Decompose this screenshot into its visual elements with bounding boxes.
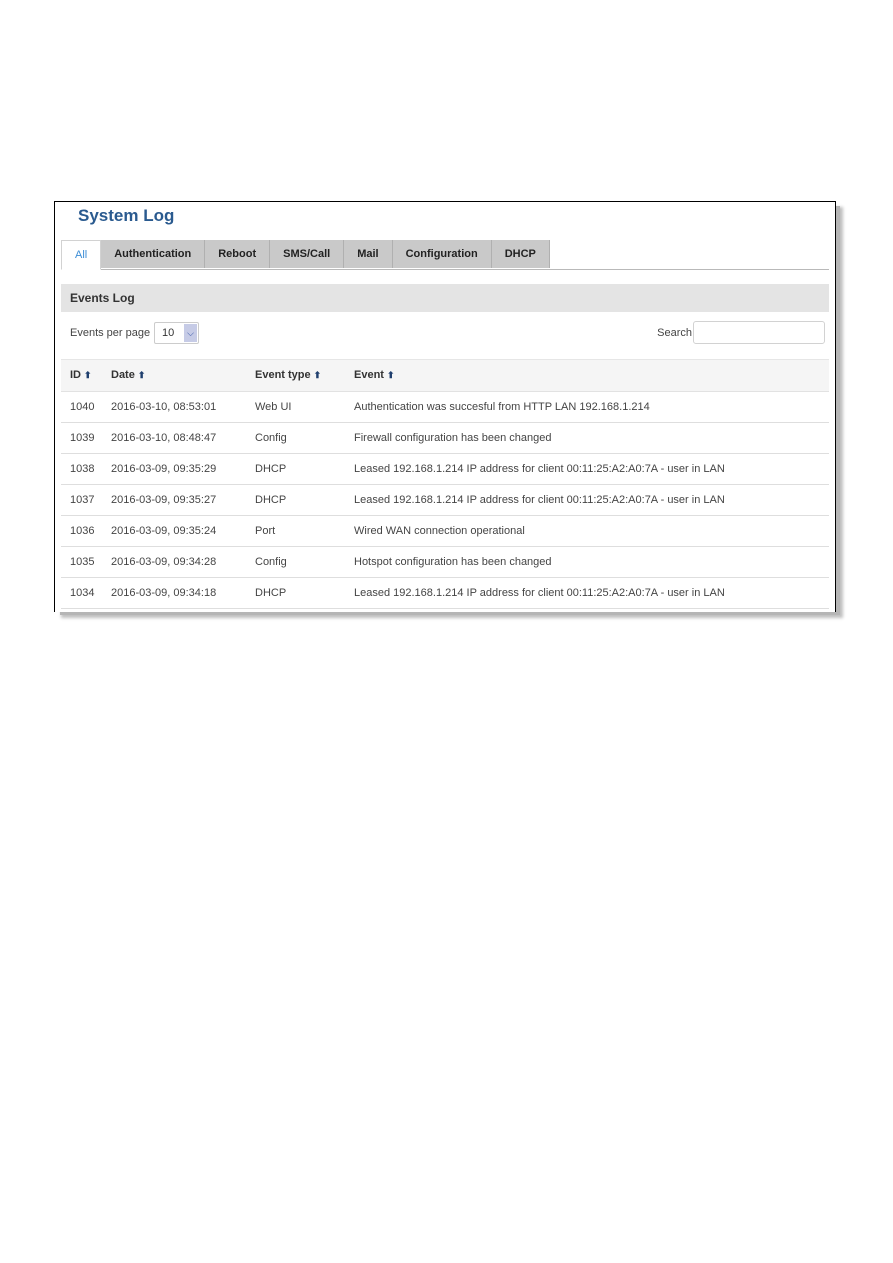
cell-date: 2016-03-09, 09:35:29 [111, 463, 217, 475]
cell-event-type: DHCP [255, 494, 287, 506]
cell-date: 2016-03-09, 09:34:28 [111, 556, 217, 568]
cell-event: Firewall configuration has been changed [354, 432, 552, 444]
column-header-label: Event type [255, 369, 311, 381]
table-row: 1036 2016-03-09, 09:35:24 Port Wired WAN… [61, 516, 829, 547]
tab-sms-call[interactable]: SMS/Call [270, 240, 345, 268]
events-table: ID ⬆ Date ⬆ Event type ⬆ Event ⬆ 1040 2016-0… [61, 359, 829, 609]
cell-event-type: Config [255, 432, 287, 444]
table-header: ID ⬆ Date ⬆ Event type ⬆ Event ⬆ [61, 359, 829, 392]
cell-date: 2016-03-09, 09:34:18 [111, 587, 217, 599]
tab-all[interactable]: All [61, 240, 102, 270]
column-header-id[interactable]: ID ⬆ [70, 369, 92, 381]
arrow-up-icon: ⬆ [386, 370, 395, 380]
table-controls: Events per page 10 ⌵ Search [61, 320, 829, 348]
cell-date: 2016-03-09, 09:35:24 [111, 525, 217, 537]
log-tabs: All Authentication Reboot SMS/Call Mail … [61, 240, 829, 270]
column-header-date[interactable]: Date ⬆ [111, 369, 145, 381]
cell-id: 1036 [70, 525, 95, 537]
cell-event-type: Config [255, 556, 287, 568]
cell-event: Leased 192.168.1.214 IP address for clie… [354, 587, 725, 599]
cell-date: 2016-03-09, 09:35:27 [111, 494, 217, 506]
cell-event-type: DHCP [255, 587, 287, 599]
table-row: 1035 2016-03-09, 09:34:28 Config Hotspot… [61, 547, 829, 578]
cell-event-type: Web UI [255, 401, 292, 413]
events-per-page-select[interactable]: 10 ⌵ [154, 322, 199, 344]
cell-event: Leased 192.168.1.214 IP address for clie… [354, 463, 725, 475]
cell-event: Leased 192.168.1.214 IP address for clie… [354, 494, 725, 506]
tab-mail[interactable]: Mail [344, 240, 393, 268]
column-header-label: ID [70, 369, 81, 381]
tab-dhcp[interactable]: DHCP [491, 240, 550, 268]
cell-id: 1038 [70, 463, 95, 475]
table-row: 1034 2016-03-09, 09:34:18 DHCP Leased 19… [61, 578, 829, 609]
cell-event-type: Port [255, 525, 276, 537]
table-row: 1037 2016-03-09, 09:35:27 DHCP Leased 19… [61, 485, 829, 516]
arrow-up-icon: ⬆ [313, 370, 322, 380]
column-header-event[interactable]: Event ⬆ [354, 369, 395, 381]
cell-event-type: DHCP [255, 463, 287, 475]
cell-date: 2016-03-10, 08:53:01 [111, 401, 217, 413]
search-label: Search [657, 327, 692, 339]
column-header-label: Event [354, 369, 384, 381]
arrow-up-icon: ⬆ [137, 370, 146, 380]
cell-id: 1037 [70, 494, 95, 506]
cell-id: 1039 [70, 432, 95, 444]
tab-reboot[interactable]: Reboot [205, 240, 271, 268]
table-row: 1038 2016-03-09, 09:35:29 DHCP Leased 19… [61, 454, 829, 485]
tab-configuration[interactable]: Configuration [392, 240, 492, 268]
search-input[interactable] [693, 321, 825, 344]
chevron-down-icon[interactable]: ⌵ [184, 324, 197, 342]
cell-id: 1034 [70, 587, 95, 599]
tab-authentication[interactable]: Authentication [101, 240, 206, 268]
cell-event: Hotspot configuration has been changed [354, 556, 552, 568]
page-title: System Log [78, 206, 175, 225]
table-row: 1039 2016-03-10, 08:48:47 Config Firewal… [61, 423, 829, 454]
events-log-header: Events Log [61, 284, 829, 312]
events-per-page-label: Events per page [70, 327, 151, 339]
cell-id: 1035 [70, 556, 95, 568]
table-row: 1040 2016-03-10, 08:53:01 Web UI Authent… [61, 392, 829, 423]
cell-date: 2016-03-10, 08:48:47 [111, 432, 217, 444]
system-log-window: System Log All Authentication Reboot SMS… [54, 201, 836, 612]
cell-event: Authentication was succesful from HTTP L… [354, 401, 650, 413]
arrow-up-icon: ⬆ [84, 370, 92, 380]
column-header-label: Date [111, 369, 135, 381]
column-header-event-type[interactable]: Event type ⬆ [255, 369, 321, 381]
cell-event: Wired WAN connection operational [354, 525, 525, 537]
cell-id: 1040 [70, 401, 95, 413]
events-per-page-value: 10 [162, 327, 175, 339]
